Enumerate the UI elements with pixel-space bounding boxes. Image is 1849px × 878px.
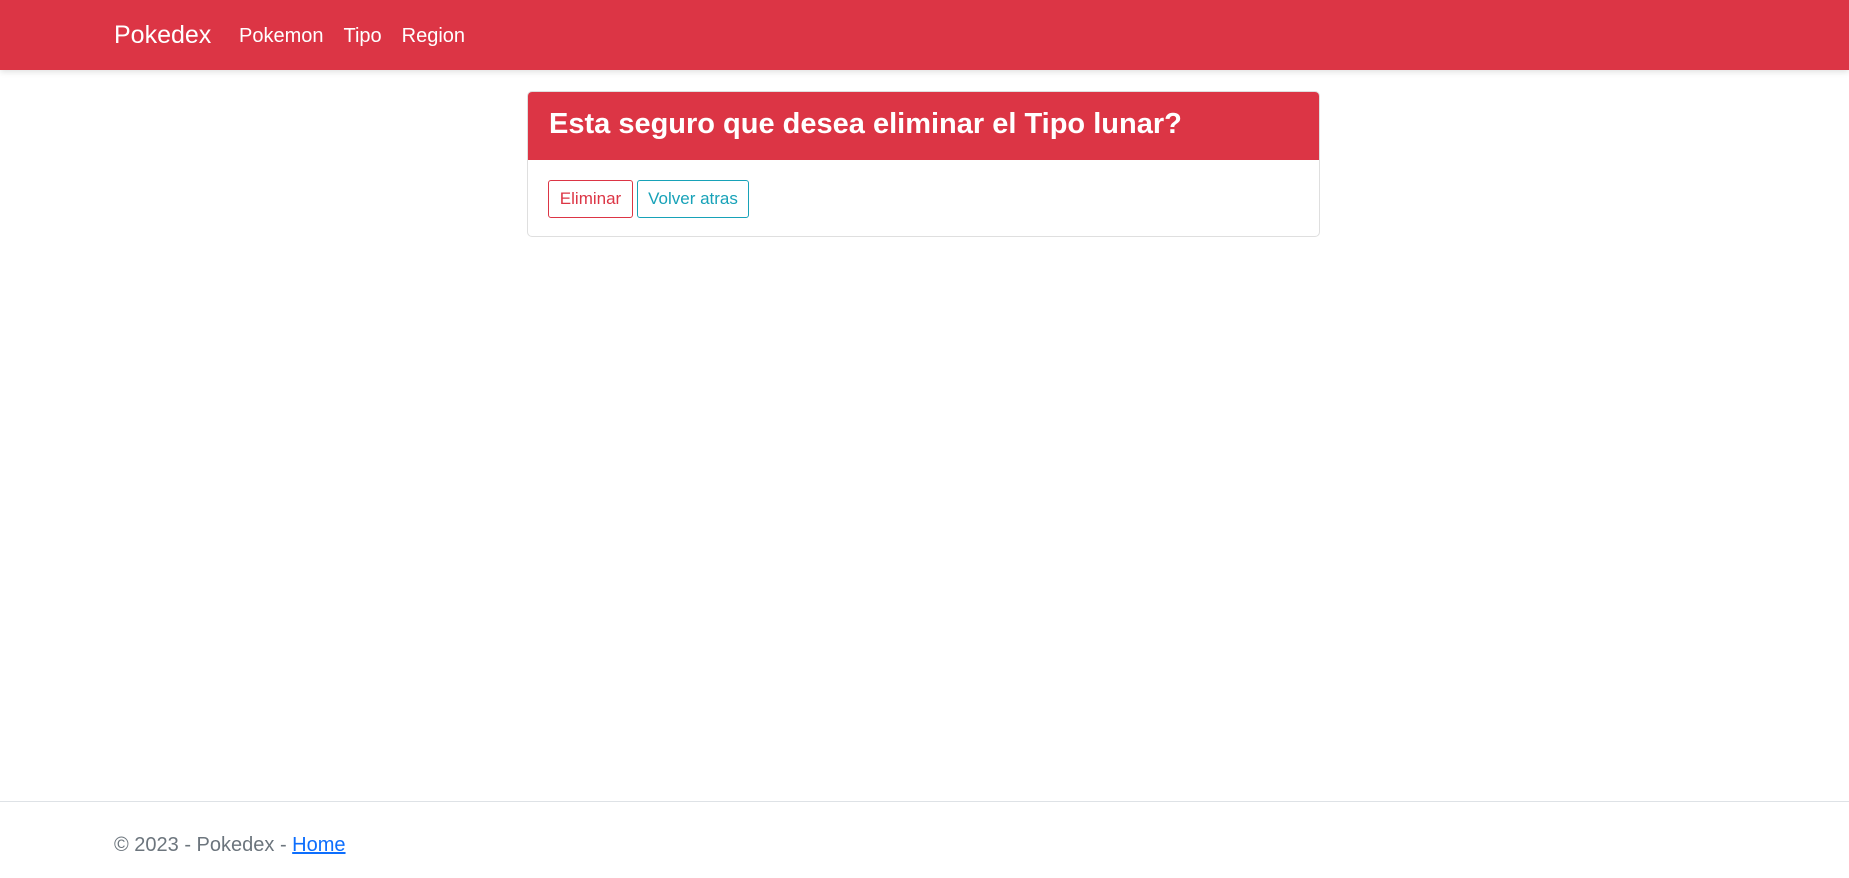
card-header: Esta seguro que desea eliminar el Tipo l… — [528, 92, 1319, 160]
back-button[interactable]: Volver atras — [637, 180, 749, 218]
footer-text: © 2023 - Pokedex - Home — [114, 830, 346, 860]
card-title: Esta seguro que desea eliminar el Tipo l… — [549, 108, 1182, 140]
footer-copyright: © 2023 - Pokedex - — [114, 834, 293, 856]
delete-confirmation-card: Esta seguro que desea eliminar el Tipo l… — [527, 91, 1320, 237]
nav-link-pokemon[interactable]: Pokemon — [229, 20, 334, 52]
footer: © 2023 - Pokedex - Home — [0, 801, 1849, 878]
nav-links: Pokemon Tipo Region — [229, 20, 475, 52]
nav-link-tipo[interactable]: Tipo — [334, 20, 392, 52]
navbar-brand[interactable]: Pokedex — [114, 17, 211, 53]
page: Pokedex Pokemon Tipo Region Esta seguro … — [0, 0, 1849, 878]
footer-home-link[interactable]: Home — [292, 834, 345, 856]
navbar: Pokedex Pokemon Tipo Region — [0, 0, 1849, 70]
nav-link-region[interactable]: Region — [392, 20, 475, 52]
delete-button[interactable]: Eliminar — [548, 180, 633, 218]
card-body: Eliminar Volver atras — [528, 160, 1319, 236]
